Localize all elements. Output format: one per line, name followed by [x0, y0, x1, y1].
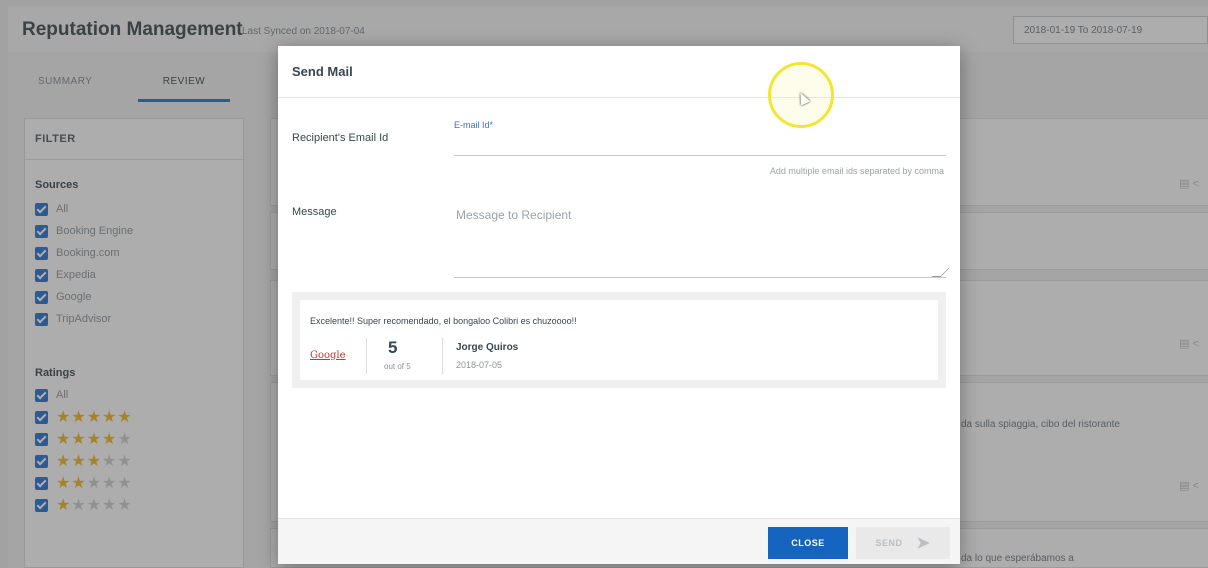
email-field-label: E-mail Id* — [454, 120, 494, 130]
dialog-header: Send Mail — [278, 46, 960, 98]
message-label: Message — [292, 206, 337, 218]
close-button[interactable]: CLOSE — [768, 527, 848, 559]
divider — [442, 338, 443, 374]
rating-value: 5 — [388, 338, 398, 357]
dialog-title: Send Mail — [292, 64, 353, 79]
send-label: SEND — [875, 538, 903, 548]
email-field[interactable] — [454, 134, 946, 156]
rating-scale: out of 5 — [384, 362, 411, 371]
send-mail-dialog: Send Mail Recipient's Email Id E-mail Id… — [278, 46, 960, 564]
dialog-footer: CLOSE SEND ➤ — [278, 518, 960, 564]
divider — [366, 338, 367, 374]
review-text: Excelente!! Super recomendado, el bongal… — [310, 316, 577, 326]
review-preview: Excelente!! Super recomendado, el bongal… — [292, 292, 946, 388]
reviewer-name: Jorge Quiros — [456, 342, 519, 353]
email-hint: Add multiple email ids separated by comm… — [769, 166, 944, 176]
send-arrow-icon: ➤ — [916, 535, 931, 552]
send-button[interactable]: SEND ➤ — [856, 527, 950, 559]
message-textarea[interactable] — [454, 202, 946, 278]
review-date: 2018-07-05 — [456, 360, 503, 370]
recipient-label: Recipient's Email Id — [292, 132, 389, 144]
google-logo-icon: Google — [310, 350, 346, 361]
review-preview-card: Excelente!! Super recomendado, el bongal… — [300, 300, 938, 380]
